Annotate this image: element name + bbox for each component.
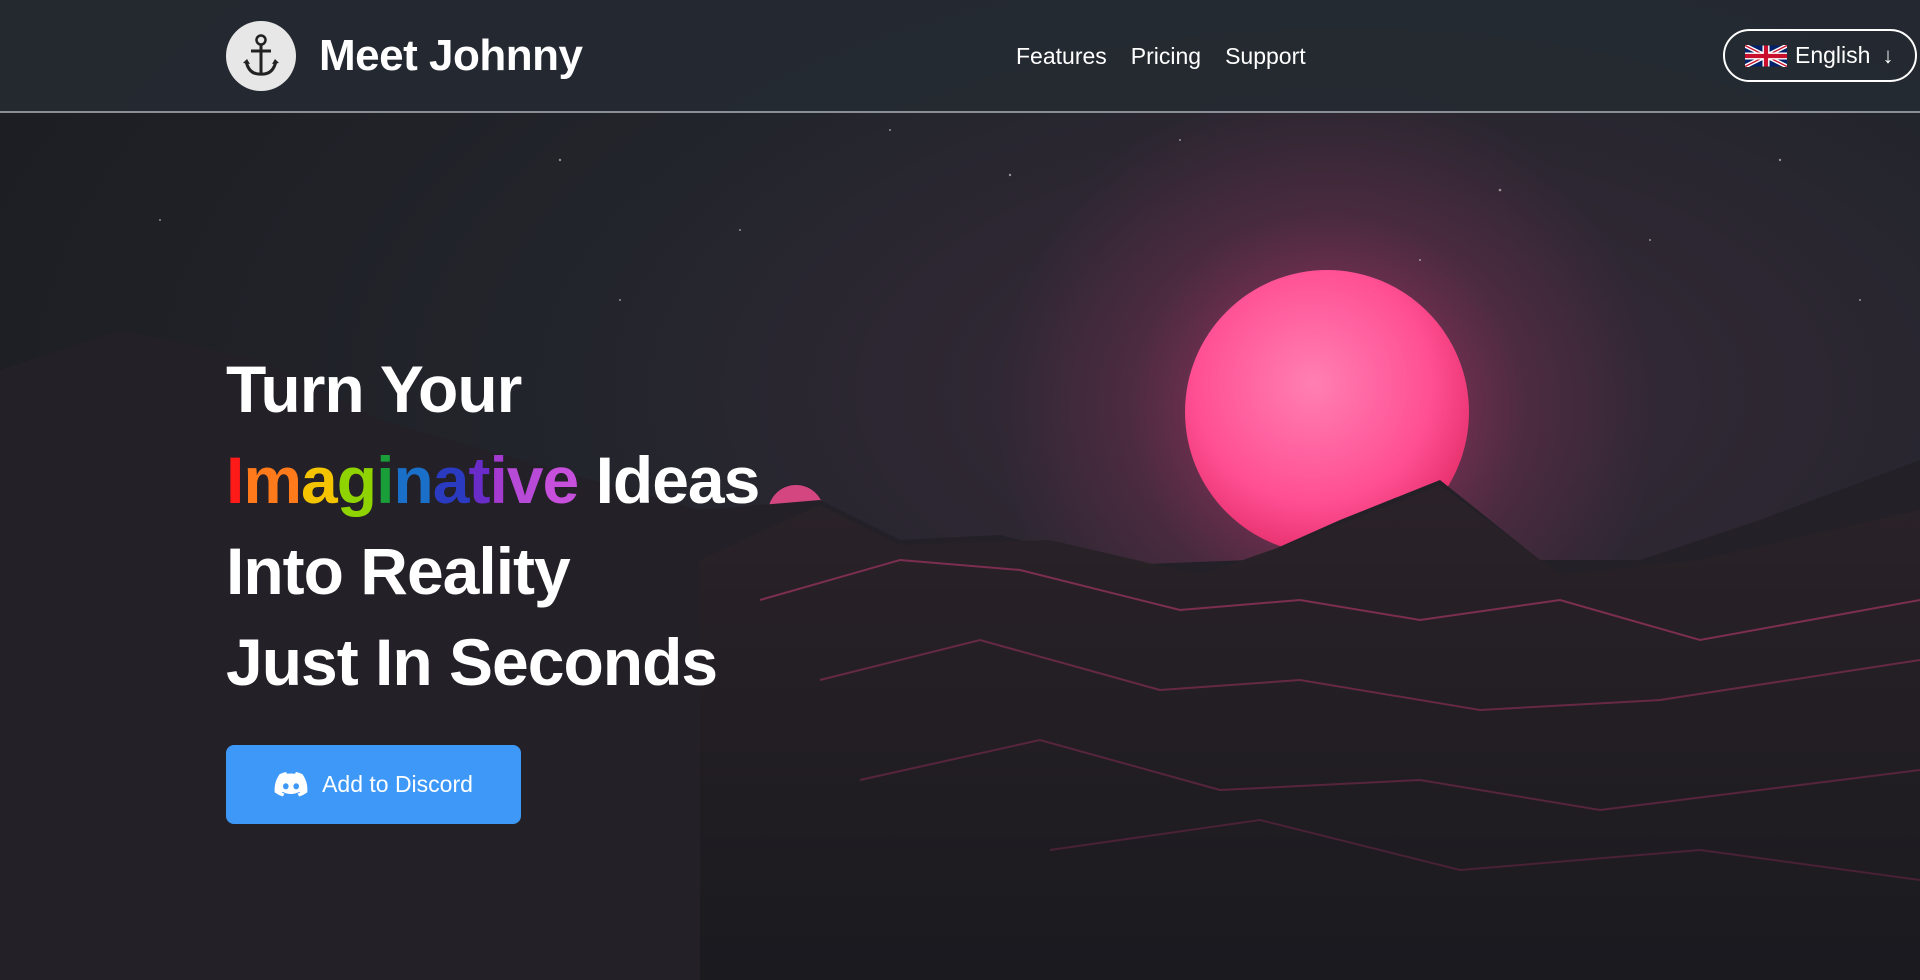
rainbow-letter: n: [393, 443, 433, 517]
add-to-discord-button[interactable]: Add to Discord: [226, 745, 521, 824]
headline-ideas: Ideas: [578, 443, 761, 517]
rainbow-letter: v: [506, 443, 544, 517]
headline-line-2: Imaginative Ideas: [226, 435, 761, 526]
headline-line-3: Into Reality: [226, 534, 571, 608]
dropdown-arrow-icon: ↓: [1882, 42, 1894, 68]
main-nav: Features Pricing Support: [1016, 42, 1306, 70]
rainbow-letter: t: [468, 443, 490, 517]
uk-flag-icon: [1745, 44, 1787, 67]
headline-line-4: Just In Seconds: [226, 625, 718, 699]
logo[interactable]: [226, 21, 296, 91]
anchor-icon: [243, 34, 279, 76]
rainbow-word: Imaginative: [226, 443, 580, 517]
rainbow-letter: i: [489, 443, 507, 517]
brand-name[interactable]: Meet Johnny: [319, 30, 583, 82]
discord-icon: [274, 771, 308, 796]
headline-line-1: Turn Your: [226, 352, 522, 426]
rainbow-letter: a: [301, 443, 338, 517]
nav-link-features[interactable]: Features: [1016, 42, 1107, 70]
hero-headline: Turn Your Imaginative Ideas Into Reality…: [226, 344, 761, 708]
rainbow-letter: m: [243, 443, 302, 517]
language-label: English: [1795, 42, 1871, 68]
top-nav-bar: Meet Johnny Features Pricing Support Eng…: [0, 0, 1920, 113]
rainbow-letter: I: [226, 443, 244, 517]
rainbow-letter: a: [432, 443, 470, 517]
nav-link-support[interactable]: Support: [1225, 42, 1306, 70]
rainbow-letter: g: [336, 443, 377, 517]
rainbow-letter: i: [376, 443, 394, 517]
nav-link-pricing[interactable]: Pricing: [1131, 42, 1201, 70]
add-to-discord-label: Add to Discord: [322, 771, 473, 797]
rainbow-letter: e: [542, 443, 580, 517]
language-selector[interactable]: English ↓: [1723, 29, 1917, 82]
